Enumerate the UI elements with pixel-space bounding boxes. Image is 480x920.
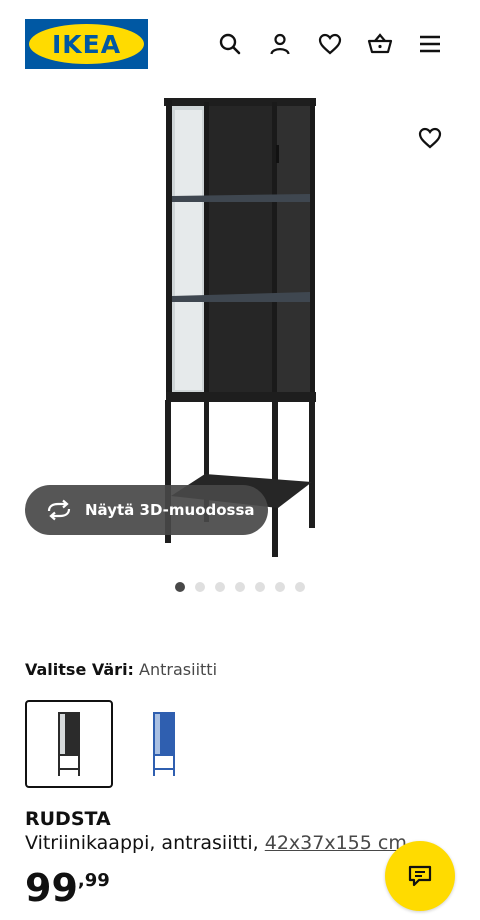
price-integer: 99 — [25, 866, 78, 910]
site-header: IKEA — [0, 0, 480, 90]
carousel-dot[interactable] — [255, 582, 265, 592]
swatch-anthracite-thumb — [58, 712, 80, 776]
carousel-dot[interactable] — [195, 582, 205, 592]
menu-icon[interactable] — [416, 30, 444, 58]
product-name: RUDSTA — [25, 808, 111, 830]
shopping-bag-icon[interactable] — [366, 30, 394, 58]
color-value: Antrasiitti — [139, 660, 218, 679]
carousel-indicator — [175, 582, 305, 592]
dimensions-link[interactable]: 42x37x155 cm — [265, 832, 407, 854]
color-label-title: Valitse Väri: — [25, 660, 134, 679]
logo-text: IKEA — [51, 29, 122, 59]
color-swatch-blue[interactable] — [120, 700, 208, 788]
carousel-dot[interactable] — [295, 582, 305, 592]
ikea-logo[interactable]: IKEA — [25, 19, 148, 69]
product-type: Vitriinikaappi, antrasiitti, — [25, 832, 259, 854]
carousel-dot[interactable] — [215, 582, 225, 592]
carousel-dot[interactable] — [275, 582, 285, 592]
color-swatch-anthracite[interactable] — [25, 700, 113, 788]
logo-oval: IKEA — [29, 24, 144, 64]
swatch-blue-thumb — [153, 712, 175, 776]
rotate-3d-icon — [45, 496, 73, 524]
view-3d-label: Näytä 3D-muodossa — [85, 501, 255, 519]
product-description: Vitriinikaappi, antrasiitti, 42x37x155 c… — [25, 832, 407, 854]
color-selection-label: Valitse Väri: Antrasiitti — [25, 660, 217, 679]
view-3d-button[interactable]: Näytä 3D-muodossa — [25, 485, 268, 535]
chat-icon — [408, 865, 432, 887]
price-decimal: ,99 — [77, 870, 110, 891]
heart-icon[interactable] — [414, 122, 446, 154]
product-price: 99,99 — [25, 866, 110, 910]
carousel-dot[interactable] — [235, 582, 245, 592]
carousel-dot[interactable] — [175, 582, 185, 592]
favourites-icon[interactable] — [316, 30, 344, 58]
account-icon[interactable] — [266, 30, 294, 58]
chat-button[interactable] — [385, 841, 455, 911]
search-icon[interactable] — [216, 30, 244, 58]
